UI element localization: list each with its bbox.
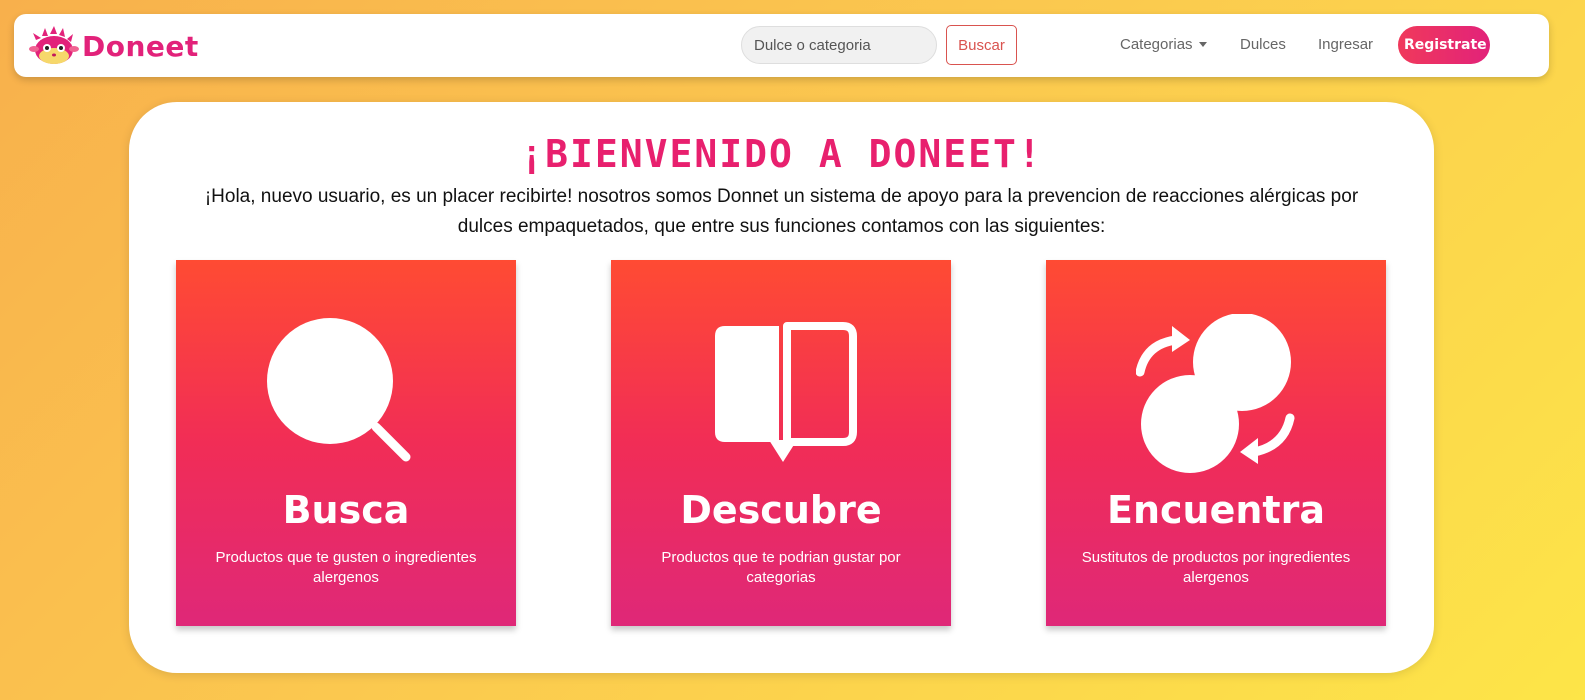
feature-title: Busca <box>282 488 410 532</box>
navbar: Doneet Buscar Categorias Dulces Ingresar… <box>14 14 1549 77</box>
categories-dropdown[interactable]: Categorias <box>1120 36 1207 53</box>
feature-card-descubre[interactable]: Descubre Productos que te podrian gustar… <box>611 260 951 626</box>
pufferfish-logo-icon <box>29 26 79 64</box>
brand-link[interactable]: Doneet <box>28 24 199 68</box>
register-button[interactable]: Registrate <box>1398 26 1490 64</box>
nav-link-dulces[interactable]: Dulces <box>1240 36 1286 53</box>
categories-label: Categorias <box>1120 36 1193 53</box>
feature-description: Sustitutos de productos por ingredientes… <box>1081 549 1351 586</box>
nav-link-ingresar[interactable]: Ingresar <box>1318 36 1373 53</box>
open-book-icon <box>715 322 857 462</box>
caret-down-icon <box>1198 42 1207 47</box>
search-icon <box>267 318 411 462</box>
feature-title: Descubre <box>680 488 882 532</box>
welcome-card: ¡BIENVENIDO A DONEET! ¡Hola, nuevo usuar… <box>129 102 1434 673</box>
feature-card-encuentra[interactable]: Encuentra Sustitutos de productos por in… <box>1046 260 1386 626</box>
search-button[interactable]: Buscar <box>946 25 1017 65</box>
feature-description: Productos que te podrian gustar por cate… <box>661 549 901 586</box>
feature-card-busca[interactable]: Busca Productos que te gusten o ingredie… <box>176 260 516 626</box>
welcome-title: ¡BIENVENIDO A DONEET! <box>520 132 1043 176</box>
feature-description: Productos que te gusten o ingredientes a… <box>215 549 477 586</box>
swap-circles-icon <box>1136 314 1295 473</box>
brand-name: Doneet <box>82 29 199 63</box>
welcome-text: ¡Hola, nuevo usuario, es un placer recib… <box>204 186 1359 237</box>
search-input[interactable] <box>741 26 937 64</box>
feature-title: Encuentra <box>1107 488 1325 532</box>
